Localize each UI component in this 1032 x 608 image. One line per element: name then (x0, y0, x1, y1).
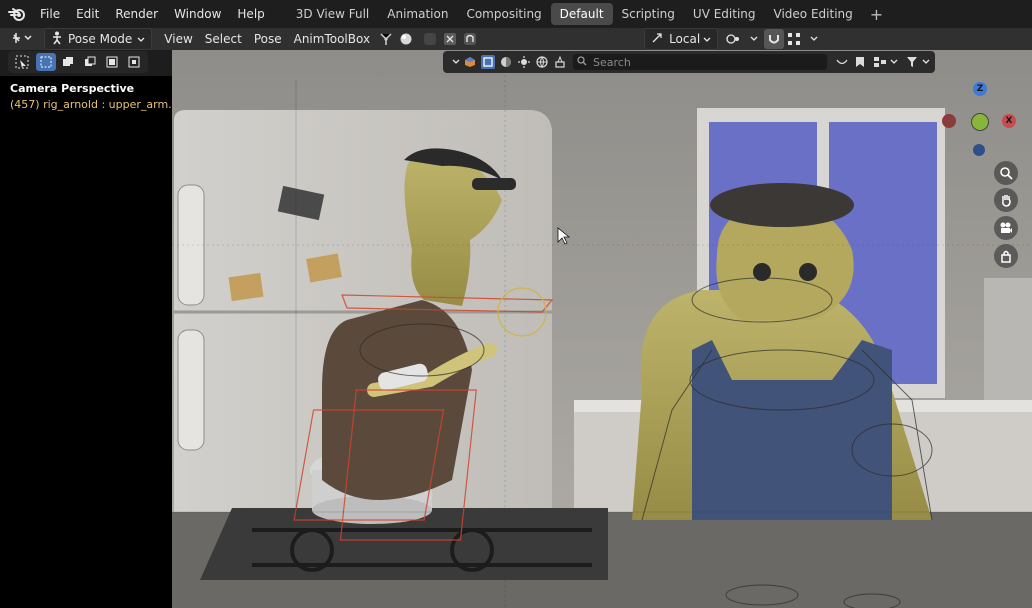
viewport-search-input[interactable]: Search (573, 54, 827, 70)
selection-mode-toolbar (8, 51, 148, 73)
pose-menu[interactable]: Pose (248, 29, 288, 49)
light-icon[interactable] (517, 55, 531, 69)
snap-target-icon[interactable] (784, 29, 804, 49)
menu-render[interactable]: Render (107, 0, 166, 28)
pan-hand-icon[interactable] (994, 188, 1018, 212)
chevron-down-icon[interactable] (744, 29, 764, 49)
pivot-orientation-dropdown[interactable]: Local (644, 28, 719, 50)
camera-perspective-label: Camera Perspective (10, 82, 135, 95)
gizmo-neg-x-axis[interactable] (942, 114, 956, 128)
bookmark-icon[interactable] (853, 55, 867, 69)
motion-path-icon[interactable] (440, 29, 460, 49)
viewport-header: Pose Mode View Select Pose AnimToolBox L… (0, 28, 1032, 50)
editor-type-icon (12, 31, 34, 48)
menu-file[interactable]: File (32, 0, 68, 28)
chevron-down-icon[interactable] (449, 55, 463, 69)
filter-icon[interactable] (905, 55, 919, 69)
lock-camera-icon[interactable] (460, 29, 480, 49)
workspace-tabs: 3D View Full Animation Compositing Defau… (287, 0, 891, 28)
gizmo-z-label: Z (976, 84, 984, 94)
chevron-down-icon[interactable] (919, 55, 933, 69)
tab-compositing[interactable]: Compositing (457, 3, 550, 25)
tweak-tool-icon[interactable] (10, 53, 34, 71)
viewport-overlay-header: Search (443, 51, 935, 73)
orientation-icon (651, 32, 663, 47)
select-menu[interactable]: Select (199, 29, 248, 49)
arc-icon[interactable] (835, 55, 849, 69)
tab-scripting[interactable]: Scripting (613, 3, 684, 25)
animtoolbox-menu[interactable]: AnimToolBox (288, 29, 376, 49)
menu-help[interactable]: Help (229, 0, 272, 28)
pose-mode-icon (51, 31, 63, 48)
character-left-body (322, 300, 472, 500)
proportional-link-icon[interactable] (724, 29, 744, 49)
tab-video-editing[interactable]: Video Editing (765, 3, 862, 25)
select-extend-icon[interactable] (58, 53, 78, 71)
render-icon[interactable] (553, 55, 567, 69)
character-right-hat (710, 183, 854, 227)
gizmo-neg-z-axis[interactable] (973, 144, 985, 156)
mode-label: Pose Mode (68, 32, 133, 46)
chevron-down-icon[interactable] (804, 29, 824, 49)
add-workspace-icon[interactable]: + (862, 5, 891, 24)
display-mode-icon[interactable] (873, 55, 887, 69)
world-icon[interactable] (535, 55, 549, 69)
lock-icon[interactable] (994, 244, 1018, 268)
select-invert-icon[interactable] (102, 53, 122, 71)
gizmo-y-axis[interactable] (971, 113, 989, 131)
search-placeholder: Search (593, 55, 631, 69)
active-object-label: (457) rig_arnold : upper_arm.fk.L (10, 98, 192, 111)
tab-uv-editing[interactable]: UV Editing (684, 3, 765, 25)
3d-viewport[interactable]: Z X (172, 50, 1032, 608)
tab-default[interactable]: Default (550, 3, 613, 25)
tab-3d-view-full[interactable]: 3D View Full (287, 3, 379, 25)
select-new-icon[interactable] (36, 53, 56, 71)
chevron-down-icon[interactable] (887, 55, 901, 69)
editor-type-button[interactable] (6, 29, 40, 49)
camera-view-icon[interactable] (994, 216, 1018, 240)
scene-render (172, 50, 1032, 608)
object-color-icon[interactable] (463, 55, 477, 69)
blender-logo-icon[interactable] (6, 3, 28, 25)
menu-window[interactable]: Window (166, 0, 229, 28)
gizmo-x-label: X (1005, 116, 1013, 126)
chevron-down-icon (137, 32, 145, 46)
material-preview-icon[interactable] (499, 55, 513, 69)
search-icon (577, 55, 587, 69)
mode-dropdown[interactable]: Pose Mode (44, 28, 153, 50)
gizmo-z-axis[interactable]: Z (973, 82, 987, 96)
armature-toggle-icon[interactable] (376, 29, 396, 49)
onion-skin-icon[interactable] (420, 29, 440, 49)
select-subtract-icon[interactable] (80, 53, 100, 71)
tab-animation[interactable]: Animation (378, 3, 457, 25)
chevron-down-icon (703, 32, 711, 46)
gizmo-x-axis[interactable]: X (1002, 114, 1016, 128)
menu-edit[interactable]: Edit (68, 0, 107, 28)
solid-shading-icon[interactable] (481, 55, 495, 69)
view-menu[interactable]: View (158, 29, 198, 49)
zoom-icon[interactable] (994, 161, 1018, 185)
pivot-label: Local (669, 32, 701, 46)
snap-magnet-icon[interactable] (764, 29, 785, 49)
top-menu-bar: File Edit Render Window Help 3D View Ful… (0, 0, 1032, 28)
left-panel (0, 76, 172, 608)
shading-sphere-icon[interactable] (396, 29, 416, 49)
select-intersect-icon[interactable] (124, 53, 144, 71)
